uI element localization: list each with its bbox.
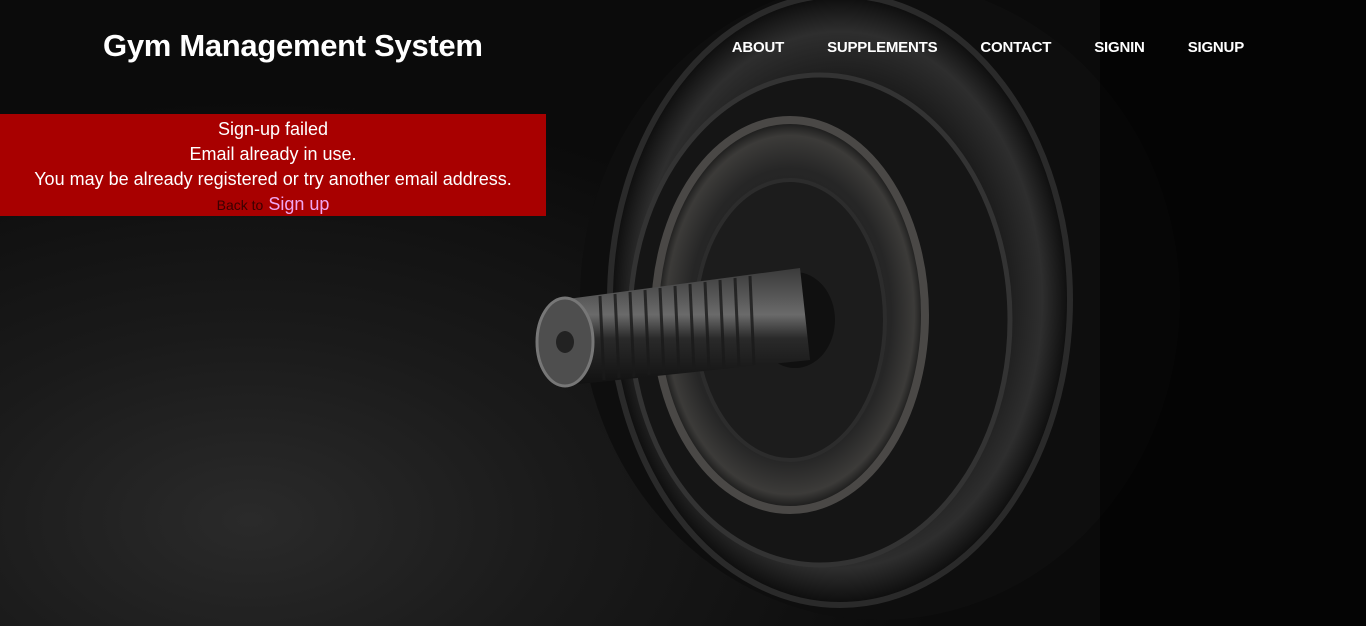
- back-prefix-text: Back to: [216, 197, 264, 213]
- nav-about-link[interactable]: ABOUT: [732, 39, 785, 56]
- alert-hint: You may be already registered or try ano…: [34, 169, 512, 189]
- main-nav: ABOUT SUPPLEMENTS CONTACT SIGNIN SIGNUP: [689, 39, 1244, 56]
- alert-message: Email already in use.: [189, 144, 357, 164]
- alert-title: Sign-up failed: [217, 119, 329, 139]
- nav-contact-link[interactable]: CONTACT: [980, 39, 1051, 56]
- page: Gym Management System ABOUT SUPPLEMENTS …: [0, 0, 1366, 626]
- nav-signin-link[interactable]: SIGNIN: [1094, 39, 1145, 56]
- signup-error-alert: Sign-up failed Email already in use. You…: [0, 114, 546, 216]
- nav-supplements-link[interactable]: SUPPLEMENTS: [827, 39, 938, 56]
- back-to-signup-link[interactable]: Sign up: [268, 194, 329, 214]
- alert-back-row: Back to Sign up: [0, 192, 546, 218]
- site-title[interactable]: Gym Management System: [103, 28, 483, 64]
- dumbbell-background-image: [535, 0, 1366, 626]
- nav-signup-link[interactable]: SIGNUP: [1188, 39, 1245, 56]
